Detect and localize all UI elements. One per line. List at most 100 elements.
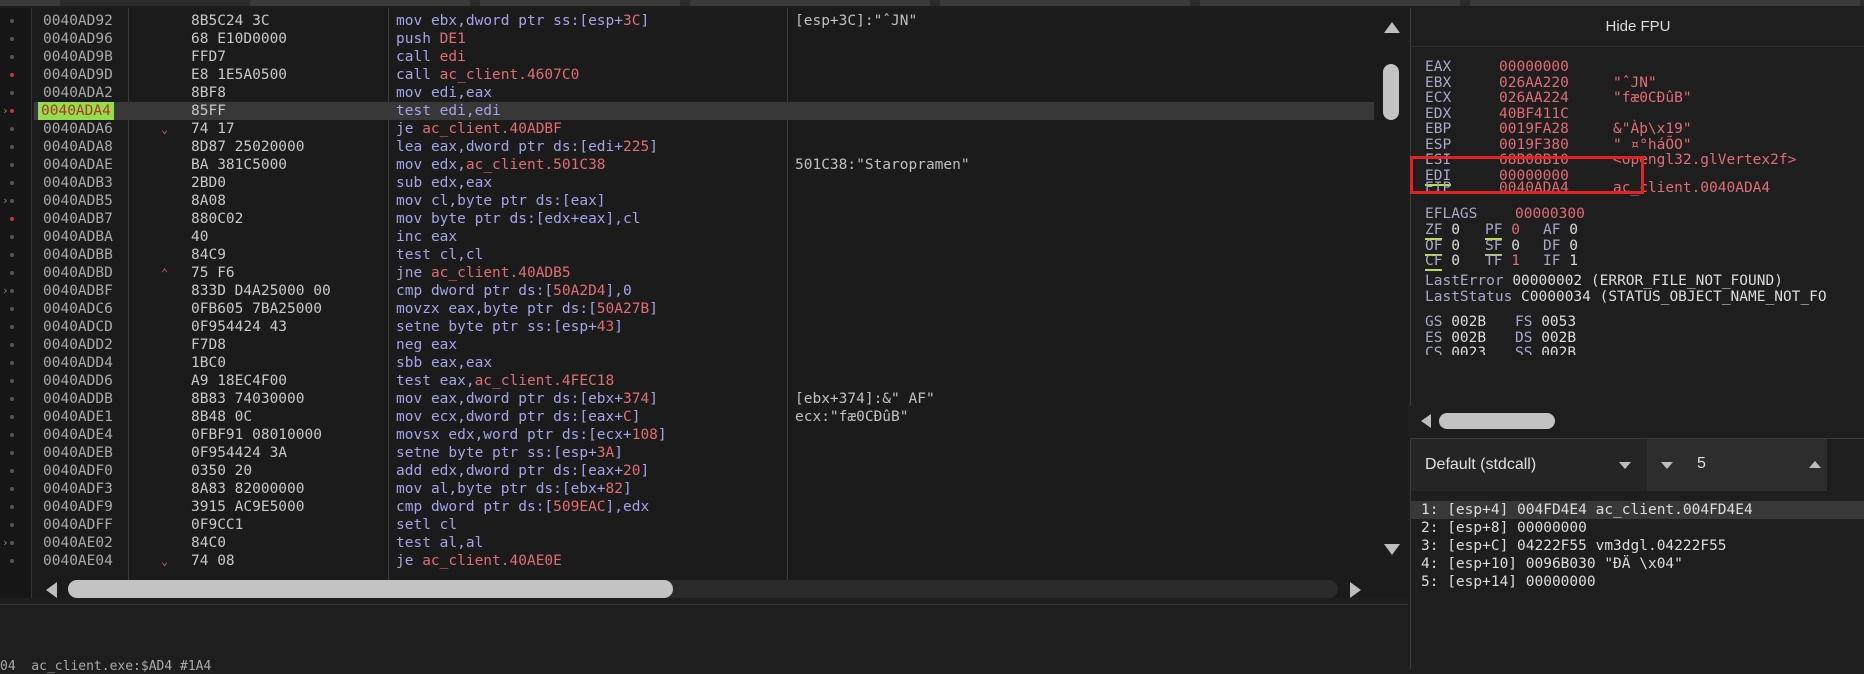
segment-value[interactable]: 0023 (1451, 345, 1486, 355)
breakpoint-dot-icon[interactable] (10, 487, 14, 491)
segment-es[interactable]: ES 002B (1425, 330, 1486, 346)
disassembly-row[interactable]: 0040ADA2 8BF8 mov edi,eax (34, 84, 1374, 102)
eflags-row[interactable]: EFLAGS 00000300 (1425, 206, 1585, 222)
breakpoint-dot-icon[interactable] (10, 505, 14, 509)
flag-value[interactable]: 0 (1451, 222, 1460, 238)
breakpoint-dot-icon[interactable] (10, 289, 14, 293)
disassembly-row[interactable]: 0040ADD4 1BC0 sbb eax,eax (34, 354, 1374, 372)
disassembly-row[interactable]: 0040ADD2 F7D8 neg eax (34, 336, 1374, 354)
argument-row[interactable]: 3: [esp+C] 04222F55 vm3dgl.04222F55 (1411, 537, 1864, 555)
segment-value[interactable]: 0053 (1541, 314, 1576, 330)
breakpoint-dot-icon[interactable] (10, 469, 14, 473)
disassembly-row[interactable]: 0040ADB5 8A08 mov cl,byte ptr ds:[eax] (34, 192, 1374, 210)
breakpoint-dot-icon[interactable] (10, 73, 14, 77)
flag-tf[interactable]: TF 1 (1485, 253, 1520, 269)
breakpoint-dot-icon[interactable] (10, 325, 14, 329)
segment-cs[interactable]: CS 0023 (1425, 345, 1486, 355)
breakpoint-dot-icon[interactable] (10, 37, 14, 41)
segment-ds[interactable]: DS 002B (1515, 330, 1576, 346)
segment-ss[interactable]: SS 002B (1515, 345, 1576, 355)
disassembly-row[interactable]: 0040ADCD 0F954424 43 setne byte ptr ss:[es… (34, 318, 1374, 336)
flag-value[interactable]: 1 (1511, 253, 1520, 269)
disassembly-row[interactable]: 0040ADFF 0F9CC1 setl cl (34, 516, 1374, 534)
register-row[interactable]: EAX 00000000 (1425, 59, 1569, 75)
disassembly-row[interactable]: 0040ADF9 3915 AC9E5000 cmp dword ptr ds:[5… (34, 498, 1374, 516)
flag-sf[interactable]: SF 0 (1485, 237, 1520, 256)
register-row[interactable]: EBX 026AA220 "ˆJN" (1425, 75, 1657, 91)
flag-pf[interactable]: PF 0 (1485, 222, 1520, 240)
register-value[interactable]: 40BF411C (1499, 106, 1569, 122)
argument-row[interactable]: 1: [esp+4] 004FD4E4 ac_client.004FD4E4 (1411, 501, 1864, 519)
breakpoint-dot-icon[interactable] (10, 163, 14, 167)
register-value[interactable]: 026AA220 (1499, 75, 1569, 91)
scroll-thumb[interactable] (1383, 64, 1399, 120)
breakpoint-dot-icon[interactable] (10, 343, 14, 347)
register-value[interactable]: 00000000 (1499, 59, 1569, 75)
breakpoint-gutter[interactable]: › › › › (0, 8, 32, 598)
scroll-thumb[interactable] (68, 580, 673, 598)
calling-convention-select[interactable]: Default (stdcall) (1411, 439, 1647, 491)
register-row[interactable]: ESP 0019F380 " ¤°háÕO" (1425, 137, 1692, 153)
disassembly-row[interactable]: 0040ADBF 833D D4A25000 00 cmp dword ptr ds… (34, 282, 1374, 300)
scroll-left-arrow-icon[interactable] (1421, 414, 1431, 428)
segment-fs[interactable]: FS 0053 (1515, 314, 1576, 330)
scroll-left-arrow-icon[interactable] (46, 582, 57, 598)
disassembly-row[interactable]: 0040ADC6 0FB605 7BA25000 movzx eax,byte pt… (34, 300, 1374, 318)
segment-value[interactable]: 002B (1451, 314, 1486, 330)
disassembly-row[interactable]: 0040ADBB 84C9 test cl,cl (34, 246, 1374, 264)
argument-row[interactable]: 5: [esp+14] 00000000 (1411, 573, 1864, 591)
breakpoint-dot-icon[interactable] (10, 361, 14, 365)
disassembly-row[interactable]: 0040AD9D E8 1E5A0500 call ac_client.4607C0 (34, 66, 1374, 84)
disassembly-row[interactable]: 0040AD9B FFD7 call edi (34, 48, 1374, 66)
hide-fpu-button[interactable]: Hide FPU (1411, 8, 1864, 47)
disassembly-row[interactable]: 0040ADB7 880C02 mov byte ptr ds:[edx+eax],… (34, 210, 1374, 228)
flag-cf[interactable]: CF 0 (1425, 253, 1460, 271)
disassembly-row[interactable]: 0040ADAE BA 381C5000 mov edx,ac_client.501… (34, 156, 1374, 174)
disassembly-row[interactable]: 0040ADF0 0350 20 add edx,dword ptr ds:[eax… (34, 462, 1374, 480)
breakpoint-dot-icon[interactable] (10, 433, 14, 437)
disassembly-row[interactable]: 0040ADDB 8B83 74030000 mov eax,dword ptr d… (34, 390, 1374, 408)
disassembly-row[interactable]: 0040ADEB 0F954424 3A setne byte ptr ss:[es… (34, 444, 1374, 462)
flag-value[interactable]: 0 (1569, 238, 1578, 254)
breakpoint-dot-icon[interactable] (10, 307, 14, 311)
breakpoint-dot-icon[interactable] (10, 145, 14, 149)
register-value[interactable]: 0019F380 (1499, 137, 1569, 153)
register-row[interactable]: EBP 0019FA28 &"Àþ\x19" (1425, 121, 1692, 137)
argument-row[interactable]: 2: [esp+8] 00000000 (1411, 519, 1864, 537)
breakpoint-dot-icon[interactable] (10, 559, 14, 563)
breakpoint-dot-icon[interactable] (10, 109, 14, 113)
disassembly-row[interactable]: 0040AD92 8B5C24 3C mov ebx,dword ptr ss:[e… (34, 12, 1374, 30)
breakpoint-dot-icon[interactable] (10, 379, 14, 383)
scroll-thumb[interactable] (1439, 413, 1555, 429)
scroll-right-arrow-icon[interactable] (1350, 582, 1361, 598)
breakpoint-dot-icon[interactable] (10, 541, 14, 545)
segment-value[interactable]: 002B (1541, 345, 1576, 355)
flag-value[interactable]: 1 (1569, 253, 1578, 269)
argument-count-spinner[interactable]: 5 (1647, 439, 1827, 491)
increment-arrow-icon[interactable] (1809, 461, 1821, 468)
segment-value[interactable]: 002B (1541, 330, 1576, 346)
breakpoint-dot-icon[interactable] (10, 523, 14, 527)
call-convention-panel[interactable]: Default (stdcall) 5 1: [esp+4] 004FD4E4 … (1410, 438, 1864, 669)
register-row[interactable]: EDX 40BF411C (1425, 106, 1569, 122)
disassembly-row[interactable]: 0040ADBA 40 inc eax (34, 228, 1374, 246)
flag-if[interactable]: IF 1 (1543, 253, 1578, 269)
disassembly-horizontal-scrollbar[interactable] (40, 576, 1380, 602)
disassembly-row[interactable]: 0040ADD6 A9 18EC4F00 test eax,ac_client.4F… (34, 372, 1374, 390)
chevron-down-icon[interactable] (1619, 462, 1631, 469)
disassembly-row[interactable]: 0040AE02 84C0 test al,al (34, 534, 1374, 552)
segment-value[interactable]: 002B (1451, 330, 1486, 346)
disassembly-row[interactable]: 0040AD96 68 E10D0000 push DE1 (34, 30, 1374, 48)
segment-gs[interactable]: GS 002B (1425, 314, 1486, 330)
flag-value[interactable]: 0 (1511, 222, 1520, 238)
breakpoint-dot-icon[interactable] (10, 55, 14, 59)
disassembly-row[interactable]: 0040ADB3 2BD0 sub edx,eax (34, 174, 1374, 192)
register-value[interactable]: 0019FA28 (1499, 121, 1569, 137)
registers-horizontal-scrollbar[interactable] (1421, 410, 1861, 432)
disassembly-row[interactable]: 0040ADBD ⌃ 75 F6 jne ac_client.40ADB5 (34, 264, 1374, 282)
breakpoint-dot-icon[interactable] (10, 397, 14, 401)
breakpoint-dot-icon[interactable] (10, 91, 14, 95)
disassembly-panel[interactable]: › › › › 0040AD92 8B5C24 3C mov ebx,dword ptr … (0, 8, 1408, 598)
register-row[interactable]: ECX 026AA224 "fæ0CÐûB" (1425, 90, 1692, 106)
breakpoint-dot-icon[interactable] (10, 271, 14, 275)
